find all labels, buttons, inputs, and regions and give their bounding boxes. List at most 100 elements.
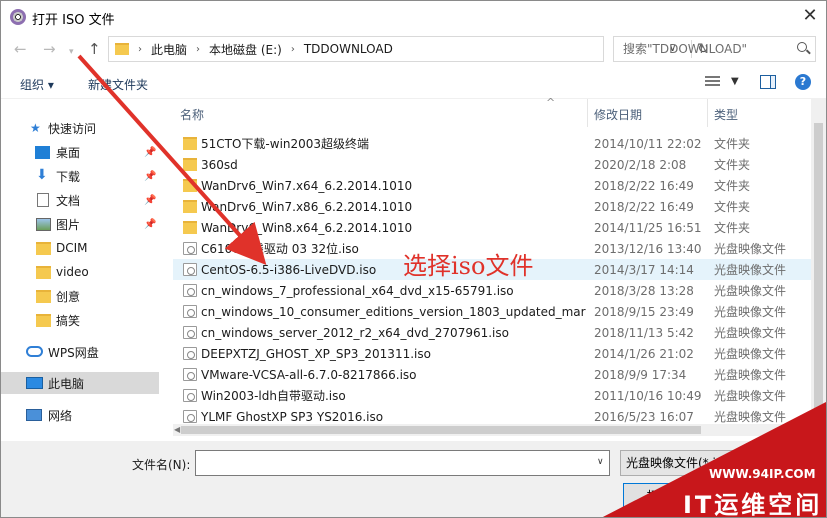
file-type: 光盘映像文件: [714, 305, 787, 319]
disc-image-icon: [183, 326, 197, 339]
file-date: 2018/3/28 13:28: [594, 283, 694, 298]
file-date: 2011/10/16 10:49: [594, 388, 702, 403]
file-row[interactable]: WanDrv6_Win7.x86_6.2.2014.1010 2018/2/22 …: [173, 196, 811, 217]
new-folder-button[interactable]: 新建文件夹: [88, 76, 148, 93]
file-row[interactable]: VMware-VCSA-all-6.7.0-8217866.iso 2018/9/…: [173, 364, 811, 385]
file-name: VMware-VCSA-all-6.7.0-8217866.iso: [201, 367, 417, 382]
nav-item-creative[interactable]: 创意: [1, 285, 159, 307]
chevron-right-icon[interactable]: ›: [138, 44, 142, 55]
file-row[interactable]: WanDrv6_Win8.x64_6.2.2014.1010 2014/11/25…: [173, 217, 811, 238]
nav-label: 创意: [56, 289, 81, 304]
file-row[interactable]: YLMF GhostXP SP3 YS2016.iso 2016/5/23 16:…: [173, 406, 811, 423]
file-row[interactable]: cn_windows_server_2012_r2_x64_dvd_270796…: [173, 322, 811, 343]
column-name[interactable]: 名称: [180, 106, 204, 123]
file-name: WanDrv6_Win8.x64_6.2.2014.1010: [201, 220, 413, 235]
disc-image-icon: [183, 305, 197, 318]
horizontal-scroll-thumb[interactable]: [181, 426, 701, 434]
address-bar[interactable]: › 此电脑 › 本地磁盘 (E:) › TDDOWNLOAD ∨ ↻: [108, 36, 709, 62]
address-row: ← → ▾ ↑ › 此电脑 › 本地磁盘 (E:) › TDDOWNLOAD ∨…: [1, 35, 826, 63]
file-name: Win2003-ldh自带驱动.iso: [201, 389, 346, 403]
nav-item-wps[interactable]: WPS网盘: [1, 341, 159, 363]
file-type: 光盘映像文件: [714, 284, 787, 298]
file-row[interactable]: DEEPXTZJ_GHOST_XP_SP3_201311.iso 2014/1/2…: [173, 343, 811, 364]
back-arrow-icon[interactable]: ←: [14, 42, 27, 57]
view-dropdown-icon[interactable]: ▼: [731, 76, 739, 87]
nav-item-network[interactable]: 网络: [1, 404, 159, 426]
nav-item-downloads[interactable]: ⬇ 下载 📌: [1, 165, 159, 187]
file-row[interactable]: 51CTO下载-win2003超级终端 2014/10/11 22:02 文件夹: [173, 133, 811, 154]
cloud-icon: [26, 346, 43, 357]
file-date: 2013/12/16 13:40: [594, 241, 702, 256]
file-type: 光盘映像文件: [714, 389, 787, 403]
nav-item-video[interactable]: video: [1, 261, 159, 283]
chevron-right-icon[interactable]: ›: [196, 44, 200, 55]
disc-image-icon: [183, 389, 197, 402]
search-input[interactable]: 搜索"TDDOWNLOAD": [613, 36, 816, 62]
horizontal-scrollbar[interactable]: ◀: [173, 424, 811, 436]
nav-item-this-pc[interactable]: 此电脑: [1, 372, 159, 394]
breadcrumb-this-pc[interactable]: 此电脑: [151, 41, 187, 58]
column-type[interactable]: 类型: [714, 106, 738, 123]
nav-item-documents[interactable]: 文档 📌: [1, 189, 159, 211]
title-bar: 打开 ISO 文件 ✕: [1, 1, 826, 33]
nav-item-dcim[interactable]: DCIM: [1, 237, 159, 259]
vertical-scrollbar[interactable]: [811, 99, 826, 436]
file-row[interactable]: cn_windows_10_consumer_editions_version_…: [173, 301, 811, 322]
view-options-icon[interactable]: [705, 76, 720, 88]
help-icon[interactable]: ?: [795, 74, 811, 90]
star-icon: ★: [30, 121, 41, 135]
file-row[interactable]: Win2003-ldh自带驱动.iso 2011/10/16 10:49 光盘映像文…: [173, 385, 811, 406]
organize-button[interactable]: 组织 ▾: [20, 76, 54, 93]
nav-item-desktop[interactable]: 桌面 📌: [1, 141, 159, 163]
watermark-brand: IT运维空间: [683, 491, 823, 518]
forward-arrow-icon[interactable]: →: [43, 42, 56, 57]
close-icon[interactable]: ✕: [801, 7, 819, 25]
file-type: 光盘映像文件: [714, 242, 787, 256]
file-type: 光盘映像文件: [714, 263, 787, 277]
file-date: 2018/9/15 23:49: [594, 304, 694, 319]
column-divider[interactable]: [707, 99, 708, 127]
pin-icon: 📌: [144, 170, 157, 182]
nav-label: 文档: [56, 193, 81, 208]
file-row[interactable]: 360sd 2020/2/18 2:08 文件夹: [173, 154, 811, 175]
folder-icon: [183, 200, 197, 213]
annotation-text: 选择iso文件: [403, 252, 534, 280]
folder-icon: [183, 137, 197, 150]
up-arrow-icon[interactable]: ↑: [88, 42, 101, 57]
chevron-right-icon[interactable]: ›: [291, 44, 295, 55]
watermark-url: WWW.94IP.COM: [709, 467, 816, 481]
recent-chevron-icon[interactable]: ▾: [69, 45, 74, 59]
nav-label: 快速访问: [48, 121, 97, 136]
column-divider[interactable]: [587, 99, 588, 127]
picture-icon: [36, 218, 51, 231]
file-type: 文件夹: [714, 158, 751, 172]
column-modified[interactable]: 修改日期: [594, 106, 642, 123]
sort-ascending-icon: ^: [546, 96, 556, 109]
nav-item-funny[interactable]: 搞笑: [1, 309, 159, 331]
disc-image-icon: [183, 368, 197, 381]
network-icon: [26, 409, 42, 421]
nav-label: video: [56, 265, 89, 279]
file-date: 2020/2/18 2:08: [594, 157, 687, 172]
nav-item-pictures[interactable]: 图片 📌: [1, 213, 159, 235]
vertical-scroll-thumb[interactable]: [814, 123, 823, 423]
breadcrumb-drive[interactable]: 本地磁盘 (E:): [209, 41, 282, 58]
computer-icon: [26, 377, 43, 389]
filename-dropdown-icon[interactable]: ∨: [597, 457, 604, 467]
scroll-left-icon[interactable]: ◀: [174, 424, 180, 436]
pin-icon: 📌: [144, 146, 157, 158]
nav-quick-access[interactable]: ★ 快速访问: [1, 117, 159, 139]
preview-pane-icon[interactable]: [760, 75, 776, 89]
file-type: 文件夹: [714, 200, 751, 214]
filename-input[interactable]: [195, 450, 610, 476]
file-type: 光盘映像文件: [714, 368, 787, 382]
folder-icon: [183, 221, 197, 234]
pin-icon: 📌: [144, 194, 157, 206]
file-date: 2018/2/22 16:49: [594, 199, 694, 214]
file-name: cn_windows_10_consumer_editions_version_…: [201, 304, 586, 319]
file-row[interactable]: WanDrv6_Win7.x64_6.2.2014.1010 2018/2/22 …: [173, 175, 811, 196]
file-row[interactable]: cn_windows_7_professional_x64_dvd_x15-65…: [173, 280, 811, 301]
breadcrumb-folder[interactable]: TDDOWNLOAD: [304, 42, 393, 56]
file-type: 光盘映像文件: [714, 347, 787, 361]
search-icon[interactable]: [797, 42, 807, 52]
